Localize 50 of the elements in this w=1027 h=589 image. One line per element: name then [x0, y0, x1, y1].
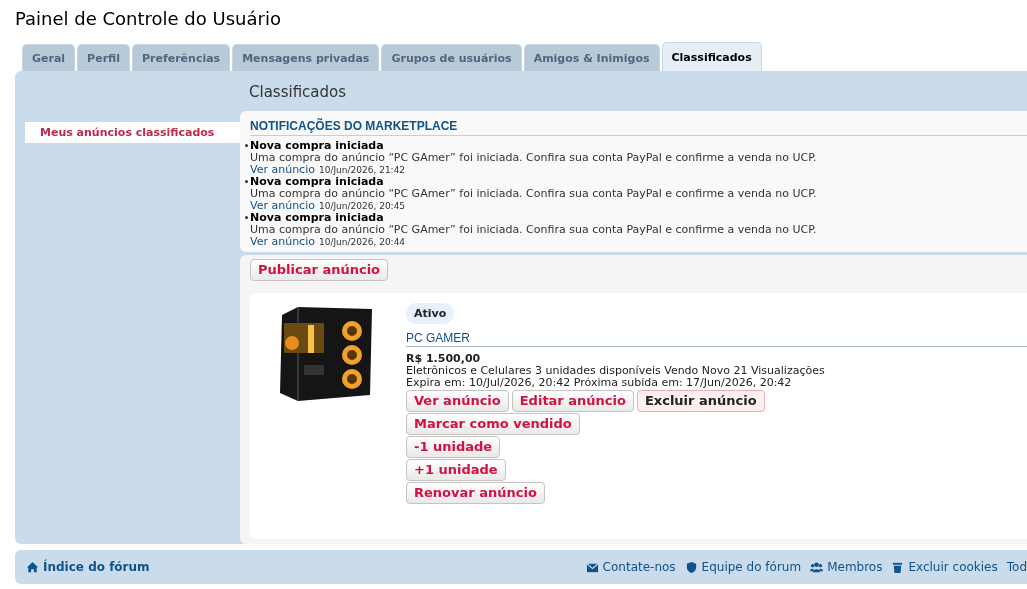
- action-button[interactable]: Ver anúncio: [406, 390, 509, 412]
- tab[interactable]: Perfil: [77, 44, 130, 71]
- tab[interactable]: Amigos & Inimigos: [523, 44, 660, 71]
- view-link[interactable]: Ver anúncio: [250, 236, 315, 248]
- notifications-title: NOTIFICAÇÕES DO MARKETPLACE: [250, 119, 1027, 136]
- status-badge: Ativo: [406, 303, 455, 324]
- notification-time: 10/Jun/2026, 20:45: [318, 201, 406, 212]
- bullet-icon: [245, 216, 248, 219]
- publish-button[interactable]: Publicar anúncio: [250, 259, 389, 281]
- action-button[interactable]: Editar anúncio: [511, 390, 634, 412]
- page-title: Painel de Controle do Usuário: [14, 7, 282, 31]
- notification-time: 10/Jun/2026, 20:44: [318, 237, 406, 248]
- notification-text: Uma compra do anúncio “PC GAmer” foi iniciada. Confira sua conta PayPal e confirme a venda no UCP.: [250, 224, 818, 236]
- notification-title: Nova compra iniciada: [250, 140, 385, 152]
- tab[interactable]: Preferências: [132, 44, 231, 71]
- tab[interactable]: Classificados: [661, 42, 762, 71]
- action-button[interactable]: +1 unidade: [406, 459, 506, 481]
- action-button[interactable]: Marcar como vendido: [406, 413, 580, 435]
- tab[interactable]: Grupos de usuários: [381, 44, 522, 71]
- bullet-icon: [245, 180, 248, 183]
- footer-link[interactable]: Contate-nos: [585, 560, 676, 574]
- sidebar-item[interactable]: Meus anúncios classificados: [25, 122, 240, 143]
- forum-index-link[interactable]: Índice do fórum: [26, 560, 150, 574]
- view-link[interactable]: Ver anúncio: [250, 164, 315, 176]
- notification-title: Nova compra iniciada: [250, 212, 385, 224]
- notification-time: 10/Jun/2026, 21:42: [318, 165, 406, 176]
- tab[interactable]: Mensagens privadas: [232, 44, 380, 71]
- notification-text: Uma compra do anúncio “PC GAmer” foi iniciada. Confira sua conta PayPal e confirme a venda no UCP.: [250, 188, 818, 200]
- envelope-icon: [585, 560, 599, 574]
- action-button[interactable]: Renovar anúncio: [406, 482, 545, 504]
- section-heading: Classificados: [248, 83, 348, 103]
- action-button[interactable]: Excluir anúncio: [636, 390, 765, 412]
- users-icon: [810, 560, 824, 574]
- footer-link[interactable]: Membros: [810, 560, 883, 574]
- trash-icon: [891, 560, 905, 574]
- footer-link[interactable]: Equipe do fórum: [684, 560, 802, 574]
- listing-details: Eletrônicos e Celulares 3 unidades disponíveis Vendo Novo 21 Visualizações: [406, 365, 826, 377]
- notification-title: Nova compra iniciada: [250, 176, 385, 188]
- footer-link[interactable]: Excluir cookies: [891, 560, 998, 574]
- listing-price: R$ 1.500,00: [406, 352, 482, 365]
- listing-title[interactable]: PC GAMER: [406, 331, 1027, 347]
- tab[interactable]: Geral: [22, 44, 76, 71]
- bullet-icon: [245, 144, 248, 147]
- home-icon: [26, 560, 39, 574]
- action-button[interactable]: -1 unidade: [406, 436, 501, 458]
- shield-icon: [684, 560, 698, 574]
- listing-dates: Expira em: 10/Jul/2026, 20:42 Próxima subida em: 17/Jun/2026, 20:42: [406, 377, 793, 389]
- view-link[interactable]: Ver anúncio: [250, 200, 315, 212]
- notification-text: Uma compra do anúncio “PC GAmer” foi iniciada. Confira sua conta PayPal e confirme a venda no UCP.: [250, 152, 818, 164]
- footer-link[interactable]: Tod: [1006, 560, 1027, 574]
